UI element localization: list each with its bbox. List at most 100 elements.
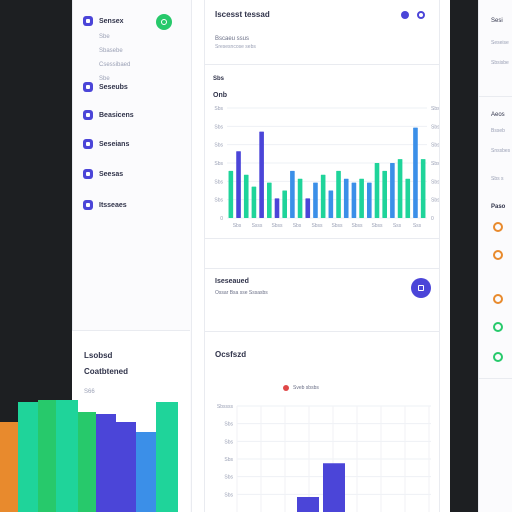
bar (56, 400, 78, 512)
sidebar-item-7[interactable]: Seseians (83, 137, 129, 151)
y-tick-label: Sbs (214, 106, 223, 112)
sidebar-item-5[interactable]: Seseubs (83, 80, 128, 94)
status-ring-icon[interactable] (493, 294, 503, 304)
bar (359, 178, 364, 218)
y-tick-label: Sbs (214, 143, 223, 149)
section-title: Ocsfszd (215, 350, 247, 359)
info-card-subtitle: Ossar Bsa sse Sssasbs (215, 290, 268, 296)
y-tick-label-right: Sbs (431, 143, 439, 149)
bar (38, 400, 56, 512)
square-icon (83, 110, 93, 120)
bar (367, 182, 372, 218)
notification-icon[interactable] (401, 11, 409, 19)
bar (413, 127, 418, 218)
secondary-bar-chart: Sbssss Sbs Sbs Sbs Sbs Sbs (217, 404, 431, 512)
info-card-title: Iseseaued (215, 278, 249, 285)
bar (297, 497, 319, 512)
y-tick-label: Sbs (224, 439, 233, 445)
divider (479, 96, 512, 97)
x-tick-label: Sss (413, 223, 422, 229)
chart-legend: Sveb sbsbs (283, 385, 319, 391)
x-tick-label: Sbss (271, 223, 283, 229)
bar (328, 190, 334, 218)
right-section-title: Paso (491, 204, 506, 210)
y-tick-label: Sbs (214, 198, 223, 204)
square-icon (83, 169, 93, 179)
bar (374, 163, 380, 218)
summary-title: Lsobsd (84, 351, 113, 360)
bar (405, 178, 411, 218)
chart-label: Sbs (213, 76, 225, 82)
action-button[interactable] (411, 278, 431, 298)
divider (479, 378, 512, 379)
sidebar-subitem-2[interactable]: Sbasebe (99, 44, 123, 58)
sidebar-item-8[interactable]: Seesas (83, 167, 123, 181)
bar (320, 174, 326, 218)
bar (156, 402, 178, 512)
bar (282, 190, 287, 218)
sidebar-item-label: Sbasebe (99, 48, 123, 54)
bar (136, 432, 156, 512)
bar (78, 412, 96, 512)
right-sub-1: Seseise (491, 40, 509, 46)
bar (116, 422, 136, 512)
status-ring-icon[interactable] (493, 250, 503, 260)
sidebar-item-0[interactable]: Sensex (83, 14, 124, 28)
bar (390, 163, 395, 218)
y-tick-label: Sbs (214, 124, 223, 130)
sidebar-item-label: Sbe (99, 34, 110, 40)
bar (297, 178, 303, 218)
sidebar-subitem-1[interactable]: Sbe (99, 30, 110, 44)
y-tick-label: Sbs (224, 492, 233, 498)
status-ring-icon[interactable] (493, 222, 503, 232)
bar (18, 402, 38, 512)
y-tick-label: Sbs (224, 422, 233, 428)
main-subtitle-secondary: Sresesncose sebs (215, 44, 256, 50)
right-line-1: Bsseb (491, 128, 505, 134)
sidebar-subitem-3[interactable]: Csessibaed (99, 58, 130, 72)
x-tick-label: Sbs (233, 223, 242, 229)
legend-label: Sveb sbsbs (293, 385, 319, 391)
right-heading: Aeos (491, 112, 505, 118)
y-tick-label: Sbs (224, 457, 233, 463)
sidebar-item-6[interactable]: Beasicens (83, 108, 134, 122)
bar (274, 198, 280, 218)
y-tick-label-right: 0 (431, 216, 434, 222)
main-bar-chart: 0 0 Sbs Sbs Sbs Sbs Sbs Sbs Sbs Sbs Sbs Sbs Sbs Sbs Sb… (214, 106, 439, 229)
y-tick-label-right: Sbs (431, 161, 439, 167)
bar (251, 186, 257, 218)
sidebar-item-9[interactable]: Itsseaes (83, 198, 127, 212)
x-tick-label: Sss (393, 223, 402, 229)
square-icon (83, 200, 93, 210)
y-tick-label: Sbs (224, 475, 233, 481)
legend-marker-icon (283, 385, 289, 391)
chart-title: Onb (213, 92, 227, 99)
summary-subtitle: Coatbtened (84, 367, 128, 376)
bar (313, 182, 318, 218)
bar (305, 198, 311, 218)
sidebar-item-label: Sensex (99, 17, 124, 25)
status-ring-icon[interactable] (493, 352, 503, 362)
bar (236, 151, 241, 218)
y-tick-label-right: Sbs (431, 124, 439, 130)
right-line-3: Sbs s (491, 176, 504, 182)
right-line-2: Snssbes (491, 148, 511, 154)
right-title: Sesi (491, 18, 503, 24)
x-tick-label: Sbss (311, 223, 323, 229)
summary-bar-chart (0, 380, 182, 512)
sidebar-item-label: Seseians (99, 140, 130, 148)
status-indicator-icon[interactable] (156, 14, 172, 30)
bar (290, 170, 295, 218)
y-tick-label: Sbssss (217, 404, 234, 410)
profile-icon[interactable] (417, 11, 425, 19)
y-tick-label: Sbs (214, 179, 223, 185)
sidebar-item-label: Seesas (99, 170, 124, 178)
square-icon (83, 82, 93, 92)
bar (343, 178, 349, 218)
y-tick-label: Sbs (214, 161, 223, 167)
right-sub-2: Sbsisbe (491, 60, 509, 66)
bar (96, 414, 116, 512)
status-ring-icon[interactable] (493, 322, 503, 332)
bar (323, 463, 345, 512)
divider (205, 64, 439, 65)
